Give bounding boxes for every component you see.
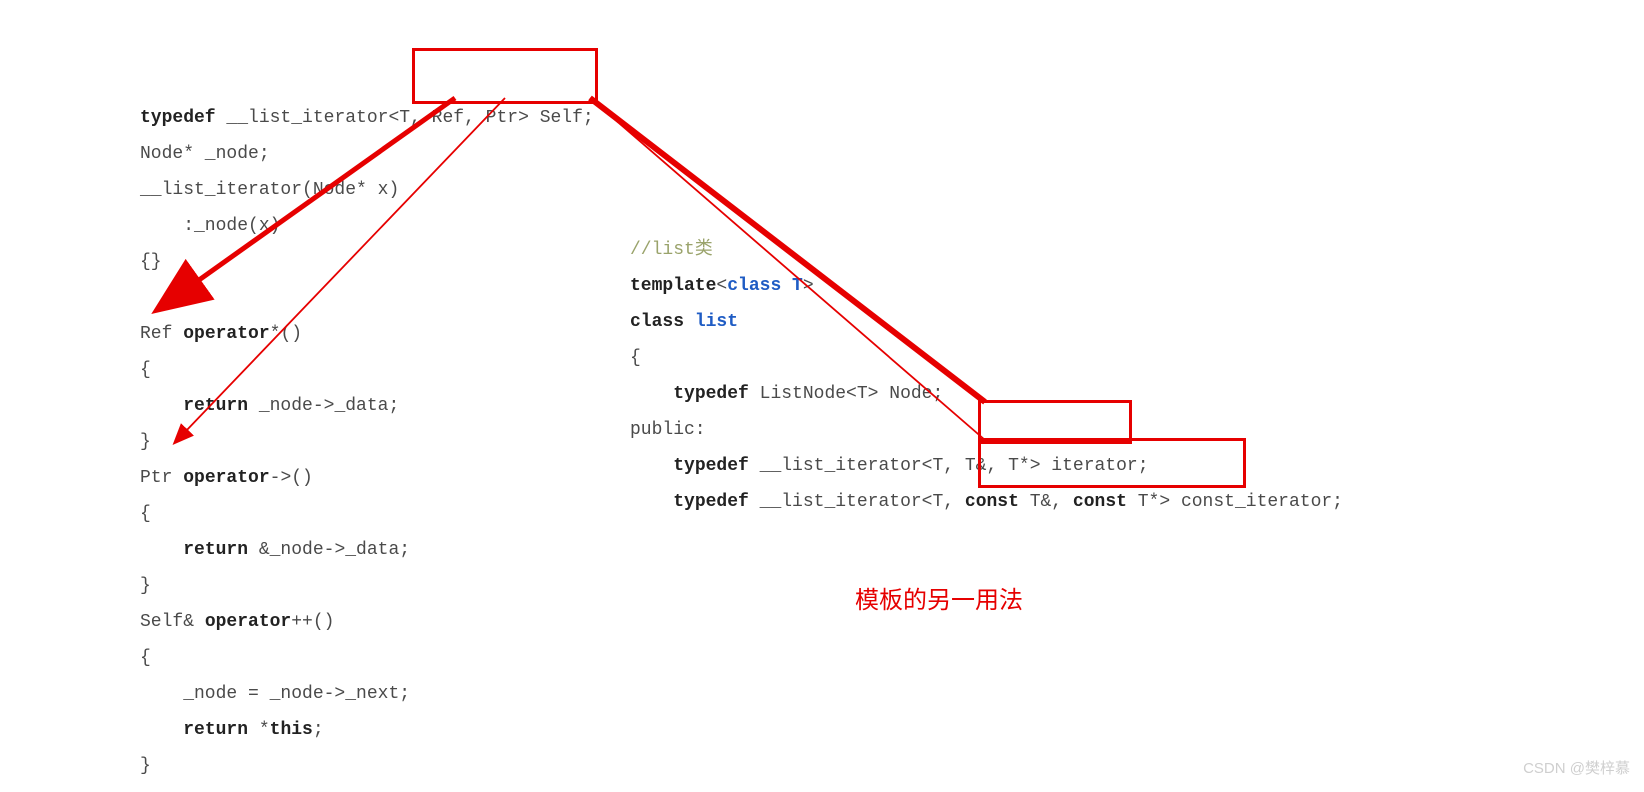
kw-operator: operator bbox=[205, 612, 291, 632]
code-text bbox=[630, 384, 673, 404]
kw-template: template bbox=[630, 276, 716, 296]
highlight-box-template-params bbox=[412, 48, 598, 104]
code-text: ++() bbox=[291, 612, 334, 632]
code-text: *() bbox=[270, 324, 302, 344]
kw-typedef: typedef bbox=[140, 108, 216, 128]
code-text: Self; bbox=[529, 108, 594, 128]
code-text: :_node(x) bbox=[140, 216, 280, 236]
kw-operator: operator bbox=[183, 324, 269, 344]
kw-return: return bbox=[183, 540, 248, 560]
code-text: Node* _node; bbox=[140, 144, 270, 164]
code-text: Ptr bbox=[140, 468, 183, 488]
template-args: <T, Ref, Ptr> bbox=[388, 108, 528, 128]
code-text: __list_iterator bbox=[749, 456, 922, 476]
code-text: __list_iterator bbox=[749, 492, 922, 512]
code-text bbox=[140, 540, 183, 560]
watermark-text: CSDN @樊梓慕 bbox=[1523, 757, 1630, 778]
code-text: { bbox=[140, 504, 151, 524]
kw-const: const bbox=[1073, 492, 1127, 512]
kw-return: return bbox=[183, 396, 248, 416]
kw-const: const bbox=[965, 492, 1019, 512]
code-text: } bbox=[140, 432, 151, 452]
code-text bbox=[630, 456, 673, 476]
code-comment: //list类 bbox=[630, 240, 713, 260]
code-text: ListNode<T> Node; bbox=[749, 384, 943, 404]
code-text: < bbox=[716, 276, 727, 296]
code-text: T&, bbox=[1019, 492, 1073, 512]
template-args-const-pre: <T, bbox=[922, 492, 965, 512]
code-text bbox=[140, 720, 183, 740]
code-text: Ref bbox=[140, 324, 183, 344]
code-text bbox=[630, 492, 673, 512]
kw-operator: operator bbox=[183, 468, 269, 488]
code-text: Self& bbox=[140, 612, 205, 632]
code-text: _node->_data; bbox=[248, 396, 399, 416]
code-text: public: bbox=[630, 420, 706, 440]
code-text: ->() bbox=[270, 468, 313, 488]
code-text: {} bbox=[140, 252, 162, 272]
kw-class-t: class T bbox=[727, 276, 803, 296]
code-text: > bbox=[803, 276, 814, 296]
code-text: { bbox=[140, 648, 151, 668]
code-text: ; bbox=[313, 720, 324, 740]
highlight-box-const-iterator-args bbox=[978, 438, 1246, 488]
annotation-text: 模板的另一用法 bbox=[855, 580, 1023, 615]
kw-this: this bbox=[270, 720, 313, 740]
code-text: __list_iterator bbox=[216, 108, 389, 128]
code-text: } bbox=[140, 756, 151, 776]
type-list: list bbox=[695, 312, 738, 332]
left-code-block: typedef __list_iterator<T, Ref, Ptr> Sel… bbox=[140, 64, 594, 784]
kw-typedef: typedef bbox=[673, 384, 749, 404]
code-text: _node = _node->_next; bbox=[140, 684, 410, 704]
code-text: { bbox=[630, 348, 641, 368]
kw-return: return bbox=[183, 720, 248, 740]
kw-typedef: typedef bbox=[673, 492, 749, 512]
kw-class: class bbox=[630, 312, 695, 332]
code-text: __list_iterator(Node* x) bbox=[140, 180, 399, 200]
code-text: { bbox=[140, 360, 151, 380]
code-text bbox=[140, 396, 183, 416]
code-text: &_node->_data; bbox=[248, 540, 410, 560]
kw-typedef: typedef bbox=[673, 456, 749, 476]
code-text: const_iterator; bbox=[1170, 492, 1343, 512]
code-text: * bbox=[248, 720, 270, 740]
code-text: } bbox=[140, 576, 151, 596]
code-text: T*> bbox=[1127, 492, 1170, 512]
